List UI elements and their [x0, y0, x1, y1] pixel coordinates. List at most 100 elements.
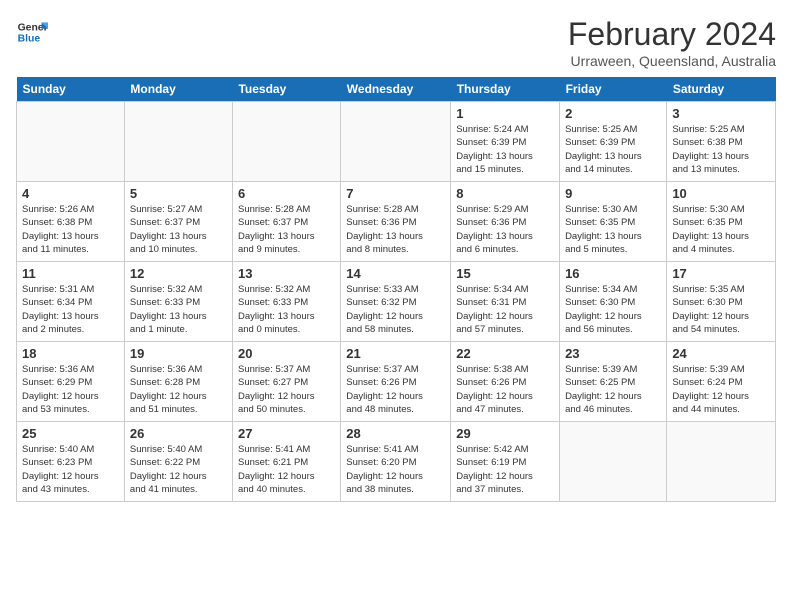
day-detail: Sunrise: 5:37 AM Sunset: 6:27 PM Dayligh… — [238, 363, 335, 416]
day-number: 3 — [672, 106, 770, 121]
day-number: 5 — [130, 186, 227, 201]
day-detail: Sunrise: 5:39 AM Sunset: 6:24 PM Dayligh… — [672, 363, 770, 416]
calendar-table: Sunday Monday Tuesday Wednesday Thursday… — [16, 77, 776, 502]
calendar-week-row: 1 Sunrise: 5:24 AM Sunset: 6:39 PM Daylig… — [17, 102, 776, 182]
table-row: 2 Sunrise: 5:25 AM Sunset: 6:39 PM Daylig… — [560, 102, 667, 182]
calendar-week-row: 18 Sunrise: 5:36 AM Sunset: 6:29 PM Dayli… — [17, 342, 776, 422]
day-detail: Sunrise: 5:39 AM Sunset: 6:25 PM Dayligh… — [565, 363, 661, 416]
table-row — [124, 102, 232, 182]
day-number: 22 — [456, 346, 554, 361]
page-header: General Blue February 2024 Urraween, Que… — [16, 16, 776, 69]
table-row: 27Sunrise: 5:41 AM Sunset: 6:21 PM Dayli… — [232, 422, 340, 502]
day-detail: Sunrise: 5:36 AM Sunset: 6:29 PM Dayligh… — [22, 363, 119, 416]
day-detail: Sunrise: 5:25 AM Sunset: 6:38 PM Dayligh… — [672, 123, 770, 176]
table-row: 26Sunrise: 5:40 AM Sunset: 6:22 PM Dayli… — [124, 422, 232, 502]
day-detail: Sunrise: 5:42 AM Sunset: 6:19 PM Dayligh… — [456, 443, 554, 496]
table-row: 16Sunrise: 5:34 AM Sunset: 6:30 PM Dayli… — [560, 262, 667, 342]
table-row: 3 Sunrise: 5:25 AM Sunset: 6:38 PM Daylig… — [667, 102, 776, 182]
table-row — [560, 422, 667, 502]
table-row: 21Sunrise: 5:37 AM Sunset: 6:26 PM Dayli… — [341, 342, 451, 422]
day-number: 9 — [565, 186, 661, 201]
table-row — [667, 422, 776, 502]
day-detail: Sunrise: 5:28 AM Sunset: 6:37 PM Dayligh… — [238, 203, 335, 256]
day-detail: Sunrise: 5:41 AM Sunset: 6:21 PM Dayligh… — [238, 443, 335, 496]
day-number: 29 — [456, 426, 554, 441]
table-row: 17 Sunrise: 5:35 AM Sunset: 6:30 PM Dayli… — [667, 262, 776, 342]
table-row: 14 Sunrise: 5:33 AM Sunset: 6:32 PM Dayli… — [341, 262, 451, 342]
col-saturday: Saturday — [667, 77, 776, 102]
table-row: 18 Sunrise: 5:36 AM Sunset: 6:29 PM Dayli… — [17, 342, 125, 422]
day-number: 1 — [456, 106, 554, 121]
table-row: 5 Sunrise: 5:27 AM Sunset: 6:37 PM Daylig… — [124, 182, 232, 262]
table-row: 25 Sunrise: 5:40 AM Sunset: 6:23 PM Dayli… — [17, 422, 125, 502]
table-row: 11 Sunrise: 5:31 AM Sunset: 6:34 PM Dayli… — [17, 262, 125, 342]
day-detail: Sunrise: 5:35 AM Sunset: 6:30 PM Dayligh… — [672, 283, 770, 336]
day-number: 10 — [672, 186, 770, 201]
day-number: 28 — [346, 426, 445, 441]
col-monday: Monday — [124, 77, 232, 102]
table-row: 1 Sunrise: 5:24 AM Sunset: 6:39 PM Daylig… — [451, 102, 560, 182]
day-detail: Sunrise: 5:28 AM Sunset: 6:36 PM Dayligh… — [346, 203, 445, 256]
day-detail: Sunrise: 5:24 AM Sunset: 6:39 PM Dayligh… — [456, 123, 554, 176]
day-number: 25 — [22, 426, 119, 441]
day-number: 23 — [565, 346, 661, 361]
table-row: 4Sunrise: 5:26 AM Sunset: 6:38 PM Daylig… — [17, 182, 125, 262]
day-detail: Sunrise: 5:40 AM Sunset: 6:23 PM Dayligh… — [22, 443, 119, 496]
month-title: February 2024 — [568, 16, 776, 53]
day-number: 8 — [456, 186, 554, 201]
day-detail: Sunrise: 5:30 AM Sunset: 6:35 PM Dayligh… — [565, 203, 661, 256]
day-number: 2 — [565, 106, 661, 121]
day-detail: Sunrise: 5:38 AM Sunset: 6:26 PM Dayligh… — [456, 363, 554, 416]
day-number: 14 — [346, 266, 445, 281]
day-number: 12 — [130, 266, 227, 281]
day-detail: Sunrise: 5:32 AM Sunset: 6:33 PM Dayligh… — [238, 283, 335, 336]
day-number: 15 — [456, 266, 554, 281]
col-thursday: Thursday — [451, 77, 560, 102]
day-detail: Sunrise: 5:30 AM Sunset: 6:35 PM Dayligh… — [672, 203, 770, 256]
day-detail: Sunrise: 5:25 AM Sunset: 6:39 PM Dayligh… — [565, 123, 661, 176]
day-detail: Sunrise: 5:32 AM Sunset: 6:33 PM Dayligh… — [130, 283, 227, 336]
table-row: 24 Sunrise: 5:39 AM Sunset: 6:24 PM Dayli… — [667, 342, 776, 422]
table-row: 10 Sunrise: 5:30 AM Sunset: 6:35 PM Dayli… — [667, 182, 776, 262]
table-row: 28Sunrise: 5:41 AM Sunset: 6:20 PM Dayli… — [341, 422, 451, 502]
table-row: 29 Sunrise: 5:42 AM Sunset: 6:19 PM Dayli… — [451, 422, 560, 502]
table-row: 19Sunrise: 5:36 AM Sunset: 6:28 PM Dayli… — [124, 342, 232, 422]
day-detail: Sunrise: 5:31 AM Sunset: 6:34 PM Dayligh… — [22, 283, 119, 336]
day-detail: Sunrise: 5:26 AM Sunset: 6:38 PM Dayligh… — [22, 203, 119, 256]
day-number: 17 — [672, 266, 770, 281]
day-number: 11 — [22, 266, 119, 281]
calendar-week-row: 25 Sunrise: 5:40 AM Sunset: 6:23 PM Dayli… — [17, 422, 776, 502]
day-detail: Sunrise: 5:40 AM Sunset: 6:22 PM Dayligh… — [130, 443, 227, 496]
day-number: 7 — [346, 186, 445, 201]
location-subtitle: Urraween, Queensland, Australia — [568, 53, 776, 69]
day-number: 24 — [672, 346, 770, 361]
day-detail: Sunrise: 5:36 AM Sunset: 6:28 PM Dayligh… — [130, 363, 227, 416]
table-row: 20 Sunrise: 5:37 AM Sunset: 6:27 PM Dayli… — [232, 342, 340, 422]
table-row — [17, 102, 125, 182]
day-number: 21 — [346, 346, 445, 361]
day-detail: Sunrise: 5:33 AM Sunset: 6:32 PM Dayligh… — [346, 283, 445, 336]
table-row — [341, 102, 451, 182]
title-block: February 2024 Urraween, Queensland, Aust… — [568, 16, 776, 69]
col-wednesday: Wednesday — [341, 77, 451, 102]
table-row: 8Sunrise: 5:29 AM Sunset: 6:36 PM Daylig… — [451, 182, 560, 262]
table-row: 12 Sunrise: 5:32 AM Sunset: 6:33 PM Dayli… — [124, 262, 232, 342]
day-number: 18 — [22, 346, 119, 361]
col-sunday: Sunday — [17, 77, 125, 102]
table-row: 23 Sunrise: 5:39 AM Sunset: 6:25 PM Dayli… — [560, 342, 667, 422]
day-number: 13 — [238, 266, 335, 281]
day-detail: Sunrise: 5:34 AM Sunset: 6:30 PM Dayligh… — [565, 283, 661, 336]
calendar-week-row: 11 Sunrise: 5:31 AM Sunset: 6:34 PM Dayli… — [17, 262, 776, 342]
day-number: 20 — [238, 346, 335, 361]
table-row: 13 Sunrise: 5:32 AM Sunset: 6:33 PM Dayli… — [232, 262, 340, 342]
table-row: 22 Sunrise: 5:38 AM Sunset: 6:26 PM Dayli… — [451, 342, 560, 422]
calendar-header-row: Sunday Monday Tuesday Wednesday Thursday… — [17, 77, 776, 102]
logo: General Blue — [16, 16, 48, 48]
day-detail: Sunrise: 5:34 AM Sunset: 6:31 PM Dayligh… — [456, 283, 554, 336]
day-number: 6 — [238, 186, 335, 201]
table-row: 6 Sunrise: 5:28 AM Sunset: 6:37 PM Daylig… — [232, 182, 340, 262]
col-tuesday: Tuesday — [232, 77, 340, 102]
table-row: 9 Sunrise: 5:30 AM Sunset: 6:35 PM Daylig… — [560, 182, 667, 262]
day-detail: Sunrise: 5:27 AM Sunset: 6:37 PM Dayligh… — [130, 203, 227, 256]
svg-text:Blue: Blue — [18, 34, 41, 45]
